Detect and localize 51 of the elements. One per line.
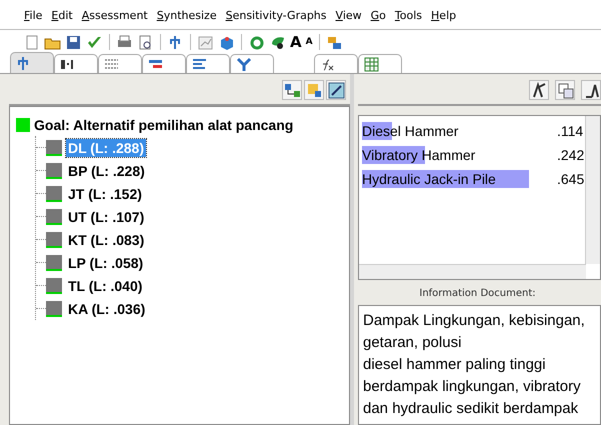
font-size-button[interactable]: A <box>289 32 303 52</box>
tree-node[interactable]: LP (L: .058) <box>66 254 146 272</box>
alternative-value: .114 <box>557 123 584 139</box>
priority-meter <box>46 278 62 294</box>
alternative-name: Hydraulic Jack-in Pile <box>362 171 497 187</box>
vertical-scrollbar[interactable] <box>585 116 600 264</box>
horizontal-scrollbar[interactable] <box>359 264 586 279</box>
tree-node[interactable]: KT (L: .083) <box>66 230 146 248</box>
grid-icon <box>363 56 380 72</box>
tree-node[interactable]: JT (L: .152) <box>66 184 144 202</box>
tab[interactable] <box>54 54 98 73</box>
priority-meter <box>46 186 62 202</box>
tree-goal[interactable]: Goal: Alternatif pemilihan alat pancang <box>34 116 294 132</box>
panel-title: Information Document: <box>418 287 537 301</box>
priority-meter <box>46 254 62 270</box>
priority-meter <box>46 232 62 248</box>
priority-meter <box>46 162 62 178</box>
menu-item[interactable]: Go <box>370 9 386 29</box>
information-text[interactable]: Dampak Lingkungan, kebisingan, getaran, polusi diesel hammer paling tinggi berdampak lingkungan, vibratory dan hydraulic sedikit berdampak <box>358 305 601 425</box>
menu-item[interactable]: Synthesize <box>156 9 217 29</box>
network-button[interactable] <box>282 80 302 100</box>
tree-node[interactable]: KA (L: .036) <box>66 300 148 318</box>
alternative-value: .242 <box>557 147 585 163</box>
priority-meter <box>46 300 62 316</box>
alternative-name: Diesel Hammer <box>362 123 460 139</box>
save-icon <box>65 34 82 50</box>
tree-node[interactable]: TL (L: .040) <box>66 276 144 294</box>
alternative-name: Vibratory Hammer <box>362 147 476 163</box>
node-button[interactable] <box>304 80 324 100</box>
goal-icon <box>16 118 30 132</box>
tab[interactable] <box>98 54 142 73</box>
menu-item[interactable]: Help <box>431 9 456 29</box>
alternative-value: .645 <box>557 171 585 187</box>
pages-icon <box>556 82 574 98</box>
network-icon <box>284 82 300 98</box>
tab[interactable] <box>314 54 358 73</box>
priority-meter <box>46 208 62 224</box>
tree-node[interactable]: UT (L: .107) <box>66 208 146 226</box>
fork-icon <box>235 56 252 72</box>
menu-item[interactable]: Assessment <box>82 9 148 29</box>
menu-item[interactable]: File <box>24 9 42 29</box>
font-size-button[interactable]: A <box>304 32 314 52</box>
tree-node[interactable]: BP (L: .228) <box>66 162 147 180</box>
menu-item[interactable]: Sensitivity-Graphs <box>226 9 327 29</box>
chart-icon <box>197 34 214 50</box>
node-icon <box>306 82 322 98</box>
menu-item[interactable]: View <box>336 9 362 29</box>
menu-item[interactable]: Edit <box>51 9 73 29</box>
priority-meter <box>46 140 62 156</box>
pages-button[interactable] <box>555 80 575 100</box>
menu-item[interactable]: Tools <box>394 9 422 29</box>
